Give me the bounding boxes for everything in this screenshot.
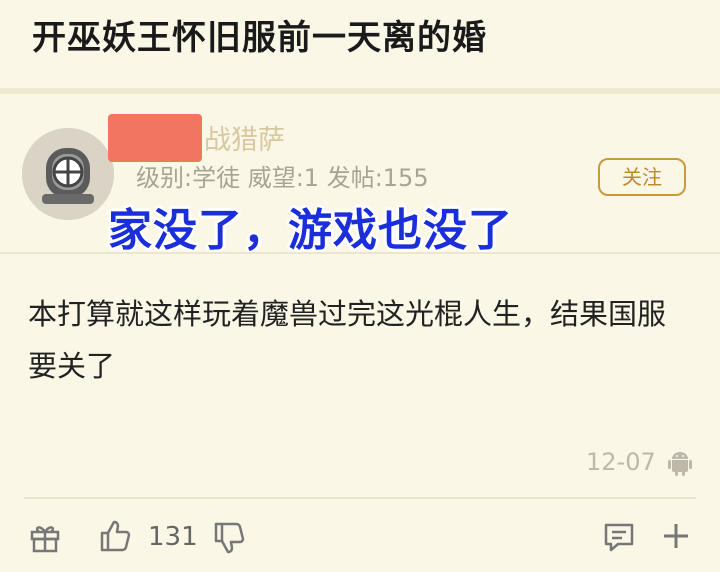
like-count: 131 (148, 522, 198, 552)
android-icon (668, 452, 692, 476)
avatar[interactable] (22, 128, 114, 220)
content-divider (0, 252, 720, 254)
follow-button[interactable]: 关注 (598, 158, 686, 196)
thumbs-up-icon[interactable] (98, 518, 134, 554)
plus-icon[interactable] (660, 520, 692, 552)
header-divider (0, 88, 720, 94)
post-page: 开巫妖王怀旧服前一天离的婚 战猎萨 级别:学徒 威望:1 发帖:155 关注 家… (0, 0, 720, 572)
post-body: 本打算就这样玩着魔兽过完这光棍人生，结果国服要关了 (28, 297, 667, 383)
post-title: 开巫妖王怀旧服前一天离的婚 (32, 18, 487, 58)
diving-helmet-icon (22, 128, 114, 220)
post-date: 12-07 (586, 448, 656, 476)
author-meta: 级别:学徒 威望:1 发帖:155 (136, 164, 429, 192)
gift-icon[interactable] (28, 520, 62, 554)
redaction-block (108, 114, 202, 162)
overlay-caption: 家没了，游戏也没了 (108, 205, 513, 256)
actions-divider (24, 497, 696, 499)
author-name[interactable]: 战猎萨 (204, 118, 285, 157)
comment-icon[interactable] (602, 520, 636, 554)
thumbs-down-icon[interactable] (212, 520, 248, 556)
